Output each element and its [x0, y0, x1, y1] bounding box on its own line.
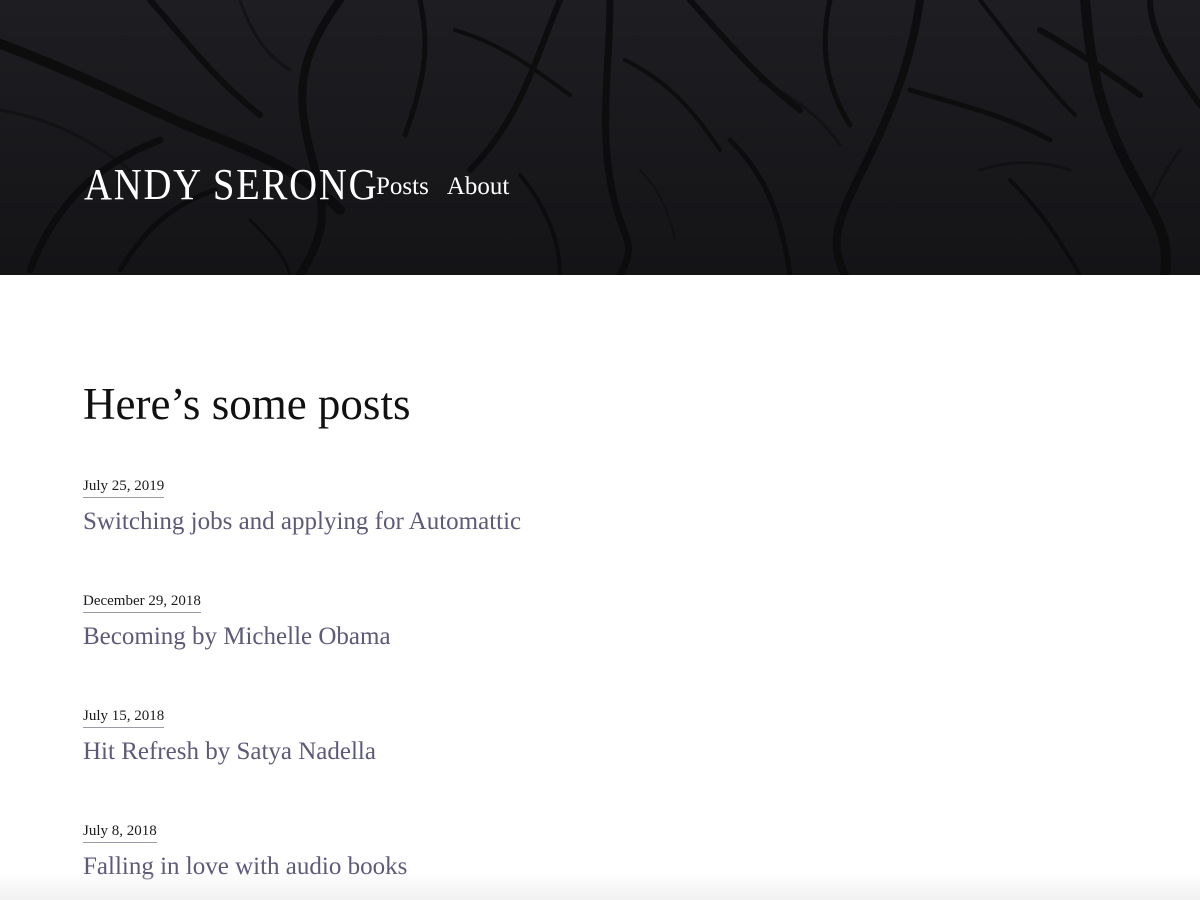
- nav-about-link[interactable]: About: [447, 174, 510, 199]
- site-logo[interactable]: ANDY SERONG: [84, 163, 377, 207]
- post-title-link[interactable]: Hit Refresh by Satya Nadella: [83, 738, 983, 766]
- post-list-item: July 8, 2018 Falling in love with audio …: [83, 822, 983, 900]
- post-date: July 25, 2019: [83, 477, 165, 498]
- page-title: Here’s some posts: [83, 379, 411, 429]
- post-date: December 29, 2018: [83, 592, 201, 613]
- tree-branches-background: [0, 0, 1200, 275]
- post-date: July 15, 2018: [83, 707, 165, 728]
- nav-posts-link[interactable]: Posts: [376, 174, 429, 199]
- site-header: ANDY SERONG Posts About: [0, 0, 1200, 275]
- post-title-link[interactable]: Becoming by Michelle Obama: [83, 623, 983, 651]
- post-list: July 25, 2019 Switching jobs and applyin…: [83, 477, 983, 900]
- post-list-item: December 29, 2018 Becoming by Michelle O…: [83, 592, 983, 707]
- post-list-item: July 15, 2018 Hit Refresh by Satya Nadel…: [83, 707, 983, 822]
- post-list-item: July 25, 2019 Switching jobs and applyin…: [83, 477, 983, 592]
- post-date: July 8, 2018: [83, 822, 157, 843]
- primary-navigation: Posts About: [376, 172, 509, 199]
- post-title-link[interactable]: Falling in love with audio books: [83, 853, 983, 881]
- post-title-link[interactable]: Switching jobs and applying for Automatt…: [83, 508, 983, 536]
- header-inner: ANDY SERONG Posts About: [84, 150, 509, 220]
